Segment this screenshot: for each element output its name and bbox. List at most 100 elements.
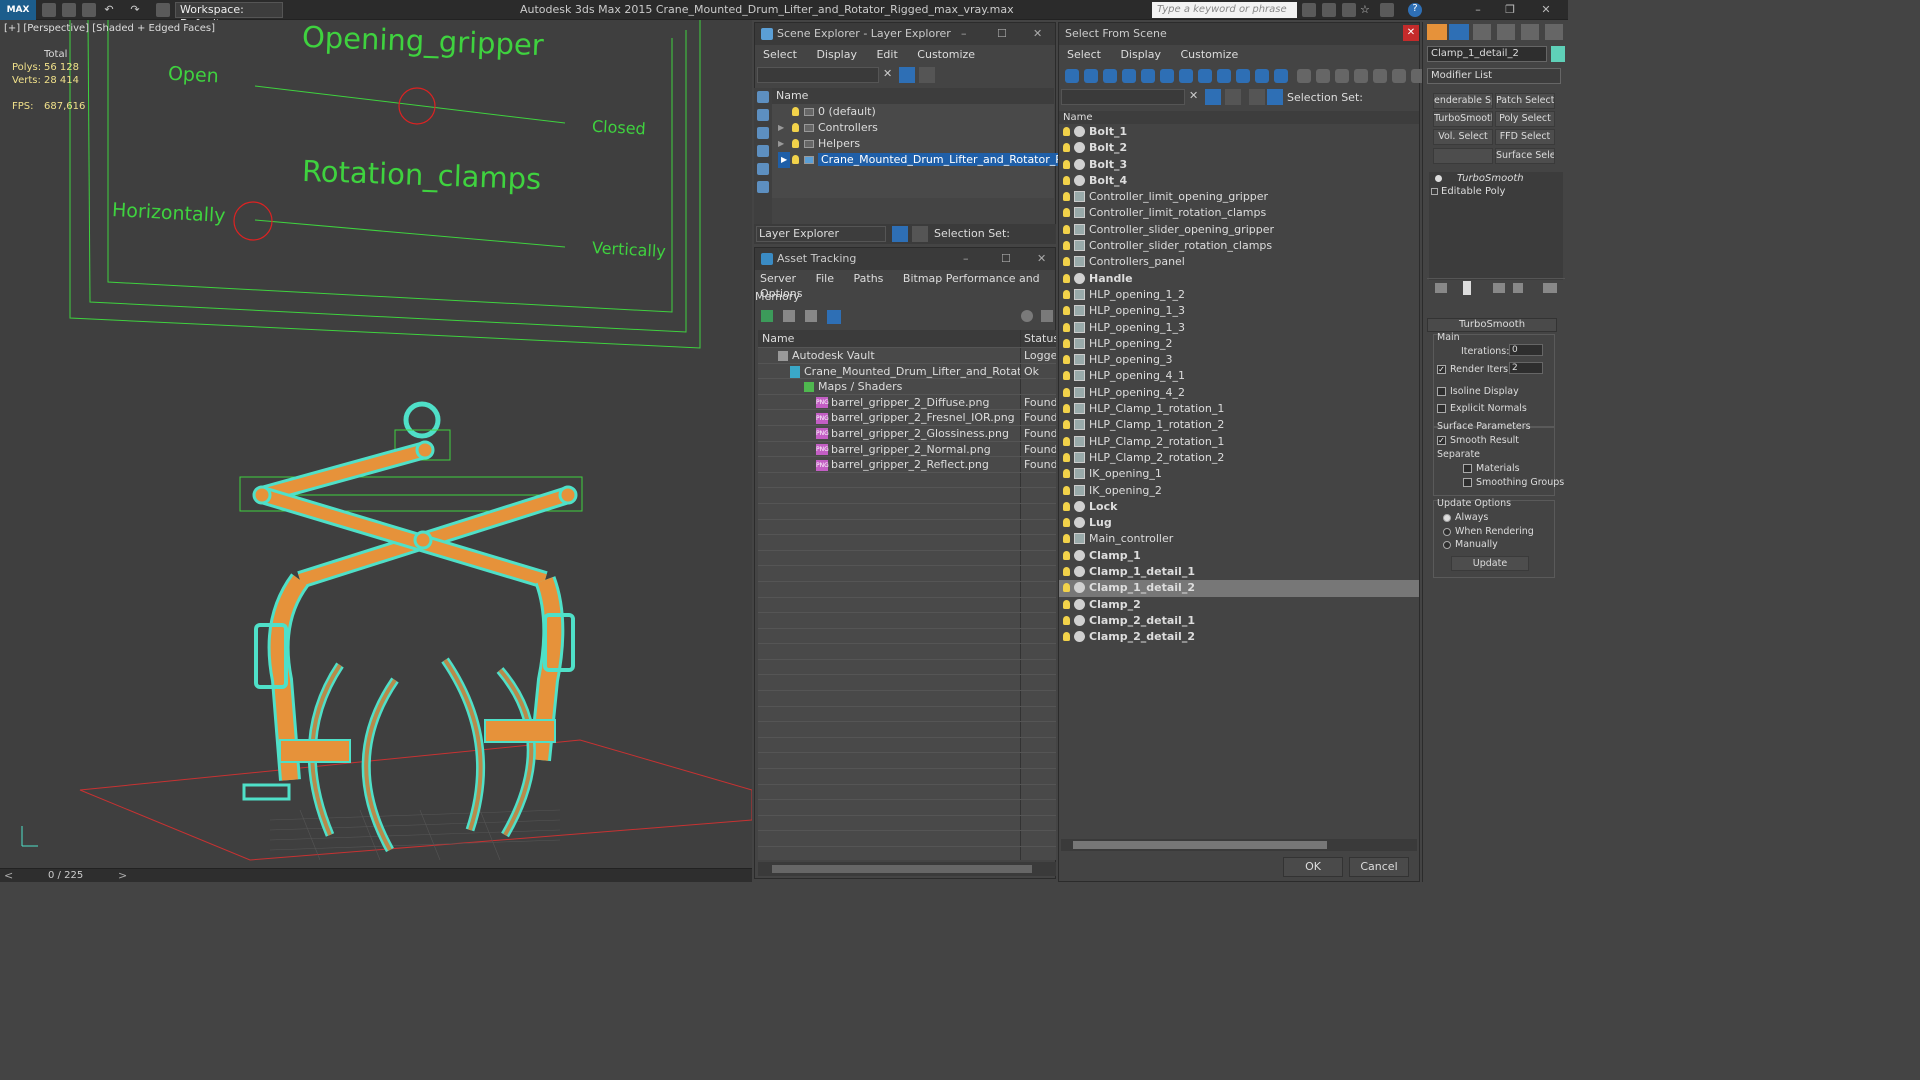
list-view-icon[interactable] [783,310,795,322]
minimize-icon[interactable]: – [963,248,969,270]
prev-frame-icon[interactable]: < [4,869,13,882]
object-row[interactable]: HLP_Clamp_1_rotation_2 [1059,417,1419,433]
new-file-icon[interactable] [42,3,56,17]
filter-frozen-icon[interactable] [1255,69,1269,83]
menu-file[interactable]: File [816,272,834,285]
lightbulb-icon[interactable] [1063,404,1070,414]
object-row[interactable]: Bolt_1 [1059,124,1419,140]
object-row[interactable]: Clamp_2_detail_2 [1059,629,1419,645]
lightbulb-icon[interactable] [1063,224,1070,234]
object-row[interactable]: Controller_slider_opening_gripper [1059,222,1419,238]
menu-server[interactable]: Server [760,272,796,285]
object-row[interactable]: Controller_limit_opening_gripper [1059,189,1419,205]
lightbulb-icon[interactable] [1063,371,1070,381]
filter-containers-icon[interactable] [1236,69,1250,83]
hierarchy-tab-icon[interactable] [1473,24,1491,40]
display-invert-icon[interactable] [757,127,769,139]
filter-none-icon[interactable] [1316,69,1330,83]
objects-horizontal-scrollbar[interactable] [1061,839,1417,851]
workspace-dropdown[interactable]: Workspace: Default [175,2,283,30]
column-status[interactable]: Status [1024,330,1056,348]
object-row[interactable]: Bolt_3 [1059,157,1419,173]
object-row[interactable]: HLP_Clamp_2_rotation_2 [1059,450,1419,466]
filter-cameras-icon[interactable] [1122,69,1136,83]
minimize-icon[interactable]: – [1470,2,1486,18]
render-iters-checkbox[interactable]: ✓ [1437,365,1446,374]
asset-row[interactable]: Maps / Shaders [758,379,1056,395]
layer-row-selected[interactable]: ▶ Crane_Mounted_Drum_Lifter_and_Rotator_… [772,152,1097,168]
close-icon[interactable]: ✕ [1538,2,1554,18]
object-row[interactable]: Bolt_2 [1059,140,1419,156]
object-row[interactable]: Clamp_2 [1059,597,1419,613]
lightbulb-icon[interactable] [1063,387,1070,397]
filter-invert-icon[interactable] [1335,69,1349,83]
lightbulb-icon[interactable] [1063,208,1070,218]
object-row[interactable]: Controller_slider_rotation_clamps [1059,238,1419,254]
turbosmooth-button[interactable]: TurboSmooth [1433,111,1493,127]
configure-sets-icon[interactable] [1543,283,1557,293]
stack-item-turbosmooth[interactable]: TurboSmooth [1429,172,1563,185]
remove-modifier-icon[interactable] [1513,283,1523,293]
hierarchy-icon[interactable] [1267,89,1283,105]
object-row[interactable]: HLP_opening_4_1 [1059,368,1419,384]
help-icon[interactable]: ? [1408,3,1422,17]
lightbulb-icon[interactable] [1063,127,1070,136]
object-row[interactable]: Lock [1059,499,1419,515]
lightbulb-icon[interactable] [1063,273,1070,283]
layer-row[interactable]: ▶ Helpers [772,136,1054,152]
asset-row[interactable]: PNG barrel_gripper_2_Reflect.png Found [758,457,1056,473]
lightbulb-icon[interactable] [1063,306,1070,316]
object-row[interactable]: HLP_opening_3 [1059,352,1419,368]
lightbulb-icon[interactable] [1063,485,1070,495]
lightbulb-icon[interactable] [1063,143,1070,153]
object-row[interactable]: HLP_opening_1_2 [1059,287,1419,303]
perspective-viewport[interactable]: [+] [Perspective] [Shaded + Edged Faces]… [0,20,752,868]
scrollbar-thumb[interactable] [1073,841,1327,849]
patch-select-button[interactable]: Patch Select [1495,93,1555,109]
lightbulb-icon[interactable] [1063,420,1070,430]
cancel-button[interactable]: Cancel [1349,857,1409,877]
menu-display[interactable]: Display [1120,48,1161,61]
object-row[interactable]: Controller_limit_rotation_clamps [1059,205,1419,221]
ok-button[interactable]: OK [1283,857,1343,877]
menu-customize[interactable]: Customize [1180,48,1238,61]
filter-sort-icon[interactable] [1373,69,1387,83]
make-unique-icon[interactable] [1493,283,1505,293]
filter-xrefs-icon[interactable] [1198,69,1212,83]
filter-shapes-icon[interactable] [1084,69,1098,83]
manually-radio[interactable] [1443,540,1451,549]
always-radio[interactable] [1443,513,1451,522]
menu-paths[interactable]: Paths [854,272,884,285]
filter-lights-icon[interactable] [1103,69,1117,83]
object-row[interactable]: IK_opening_1 [1059,466,1419,482]
expand-icon[interactable] [1431,188,1438,195]
lightbulb-icon[interactable] [792,123,799,132]
smooth-result-checkbox[interactable]: ✓ [1437,436,1446,445]
save-file-icon[interactable] [82,3,96,17]
filter-all-icon[interactable] [1297,69,1311,83]
filter-icon[interactable] [899,67,915,83]
filter-icon[interactable] [1205,89,1221,105]
renderable-spline-button[interactable]: enderable Spli [1433,93,1493,109]
maximize-icon[interactable]: ❐ [1502,2,1518,18]
filter-display-children-icon[interactable] [1354,69,1368,83]
when-rendering-radio[interactable] [1443,527,1451,536]
lightbulb-icon[interactable] [1063,632,1070,642]
filter-space-warps-icon[interactable] [1160,69,1174,83]
lightbulb-icon[interactable] [1063,501,1070,511]
object-row[interactable]: Bolt_4 [1059,173,1419,189]
object-row[interactable]: HLP_opening_1_3 [1059,303,1419,319]
object-row[interactable]: HLP_opening_2 [1059,336,1419,352]
open-file-icon[interactable] [62,3,76,17]
object-color-swatch[interactable] [1551,46,1565,62]
layer-tools-icon[interactable] [1225,89,1241,105]
undo-icon[interactable]: ↶ [102,3,116,17]
lightbulb-icon[interactable] [1063,599,1070,609]
empty-button[interactable] [1433,148,1493,164]
surface-select-button[interactable]: Surface Select [1495,148,1555,164]
filter-columns-icon[interactable] [1392,69,1406,83]
maximize-icon[interactable]: ☐ [997,23,1007,45]
menu-select[interactable]: Select [1067,48,1101,61]
thumbnail-view-icon[interactable] [805,310,817,322]
explicit-normals-checkbox[interactable] [1437,404,1446,413]
